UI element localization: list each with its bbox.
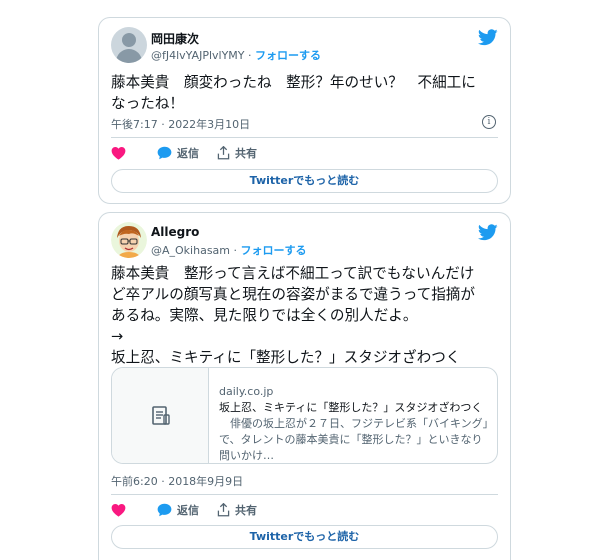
link-preview-card[interactable]: daily.co.jp 坂上忍、ミキティに「整形した？」スタジオざわつく 俳優の… [111,367,498,464]
reply-bubble-icon [157,503,172,517]
read-more-button[interactable]: Twitterでもっと読む [111,169,498,193]
share-label: 共有 [235,147,257,160]
like-button[interactable] [111,146,131,160]
share-icon [217,503,230,517]
author-name[interactable]: Allegro [151,225,199,239]
link-thumbnail [112,368,209,463]
like-button[interactable] [111,503,131,517]
divider [111,494,498,495]
author-name[interactable]: 岡田康次 [151,30,199,47]
author-handle[interactable]: @A_Okihasam [151,244,230,257]
divider [111,137,498,138]
reply-label: 返信 [177,147,199,160]
action-bar: 返信 共有 [111,500,275,520]
follow-button[interactable]: フォローする [241,244,307,257]
tweet-text: 藤本美貴 顔変わったね 整形？年のせい？ 不細工に なったね！ [111,74,476,112]
heart-icon [111,504,126,517]
reply-button[interactable]: 返信 [157,145,199,161]
author-handle[interactable]: @fJ4lvYAJPlvlYMY [151,49,245,62]
avatar[interactable] [111,222,147,258]
heart-icon [111,147,126,160]
avatar[interactable] [111,27,147,63]
reply-label: 返信 [177,504,199,517]
avatar-body [116,49,142,63]
link-body: daily.co.jp 坂上忍、ミキティに「整形した？」スタジオざわつく 俳優の… [219,384,491,463]
timestamp[interactable]: 午後7:17 · 2022年3月10日 [111,116,250,132]
author-handle-line: @fJ4lvYAJPlvlYMY · フォローする [151,47,321,63]
twitter-bird-icon[interactable] [478,224,498,241]
action-bar: 返信 共有 [111,143,275,163]
author-handle-line: @A_Okihasam · フォローする [151,242,307,258]
share-button[interactable]: 共有 [217,145,257,161]
share-button[interactable]: 共有 [217,502,257,518]
link-title: 坂上忍、ミキティに「整形した？」スタジオざわつく [219,401,483,414]
share-label: 共有 [235,504,257,517]
document-icon [152,406,170,425]
reply-button[interactable]: 返信 [157,502,199,518]
separator: · [244,49,255,62]
avatar-head [122,33,136,47]
separator: · [230,244,241,257]
reply-bubble-icon [157,146,172,160]
link-description: 俳優の坂上忍が２７日、フジテレビ系「バイキング」で、タレントの藤本美貴に「整形し… [219,417,489,462]
avatar-illustration [111,222,147,258]
tweet-text: 藤本美貴 整形って言えば不細工って訳でもないんだけ ど卒アルの顔写真と現在の容姿… [111,265,475,366]
link-domain: daily.co.jp [219,385,274,398]
tweet-card-2: Allegro @A_Okihasam · フォローする 藤本美貴 整形って言え… [98,212,511,560]
follow-button[interactable]: フォローする [255,49,321,62]
tweet-card-1: 岡田康次 @fJ4lvYAJPlvlYMY · フォローする 藤本美貴 顔変わっ… [98,17,511,204]
share-icon [217,146,230,160]
timestamp[interactable]: 午前6:20 · 2018年9月9日 [111,473,243,489]
info-icon[interactable]: i [482,115,496,129]
read-more-button[interactable]: Twitterでもっと読む [111,525,498,549]
twitter-bird-icon[interactable] [478,29,498,46]
